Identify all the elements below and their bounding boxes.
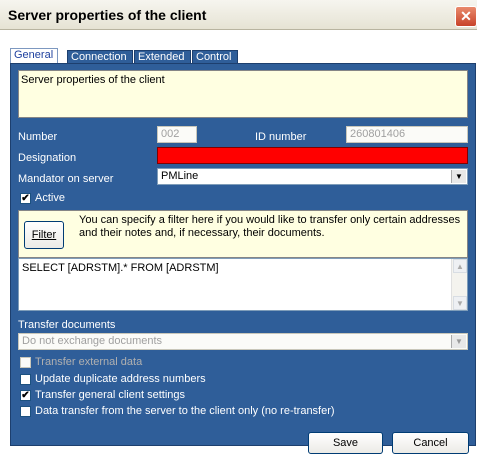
chevron-down-icon[interactable]: ▼ [451,335,466,348]
window-title: Server properties of the client [8,7,207,23]
transfer-documents-select[interactable]: Do not exchange documents ▼ [18,333,468,350]
dialog-window: Server properties of the client ✕ Genera… [0,0,477,458]
scroll-up-icon[interactable]: ▲ [453,259,467,273]
one-way-transfer-checkbox[interactable] [20,406,31,417]
cancel-button[interactable]: Cancel [392,432,469,454]
filter-button[interactable]: Filter [24,221,64,249]
mandator-label: Mandator on server [18,173,114,185]
transfer-external-data-label: Transfer external data [35,356,143,368]
filter-area: Filter You can specify a filter here if … [18,210,468,258]
update-duplicate-label: Update duplicate address numbers [35,373,206,385]
designation-label: Designation [18,152,77,164]
transfer-general-settings-label: Transfer general client settings [35,389,185,401]
mandator-select[interactable]: PMLine ▼ [157,168,468,185]
transfer-external-data-checkbox[interactable] [20,357,31,368]
id-number-label: ID number [255,131,307,143]
active-checkbox[interactable]: ✔ [20,193,31,204]
update-duplicate-checkbox[interactable] [20,374,31,385]
chevron-down-icon[interactable]: ▼ [451,170,466,183]
close-button[interactable]: ✕ [455,6,477,27]
number-field[interactable]: 002 [157,126,197,143]
description-text: Server properties of the client [21,74,165,86]
one-way-transfer-label: Data transfer from the server to the cli… [35,405,335,417]
filter-query-field[interactable]: SELECT [ADRSTM].* FROM [ADRSTM] ▲ ▼ [18,258,468,311]
filter-hint: You can specify a filter here if you wou… [79,214,461,239]
designation-field[interactable] [157,147,468,164]
cancel-button-label: Cancel [413,437,448,449]
description-area[interactable]: Server properties of the client [18,70,468,118]
id-number-field[interactable]: 260801406 [346,126,468,143]
filter-query-text: SELECT [ADRSTM].* FROM [ADRSTM] [22,262,219,274]
save-button-label: Save [332,437,359,449]
mandator-value: PMLine [161,170,199,182]
active-label: Active [35,192,65,204]
transfer-documents-label: Transfer documents [18,319,116,331]
filter-button-label: Filter [31,229,57,241]
transfer-general-settings-checkbox[interactable]: ✔ [20,390,31,401]
scroll-down-icon[interactable]: ▼ [453,296,467,310]
title-bar[interactable]: Server properties of the client ✕ [0,0,477,30]
query-scrollbar[interactable]: ▲ ▼ [451,259,467,310]
save-button[interactable]: Save [308,432,383,454]
transfer-documents-value: Do not exchange documents [22,335,163,347]
number-label: Number [18,131,58,143]
